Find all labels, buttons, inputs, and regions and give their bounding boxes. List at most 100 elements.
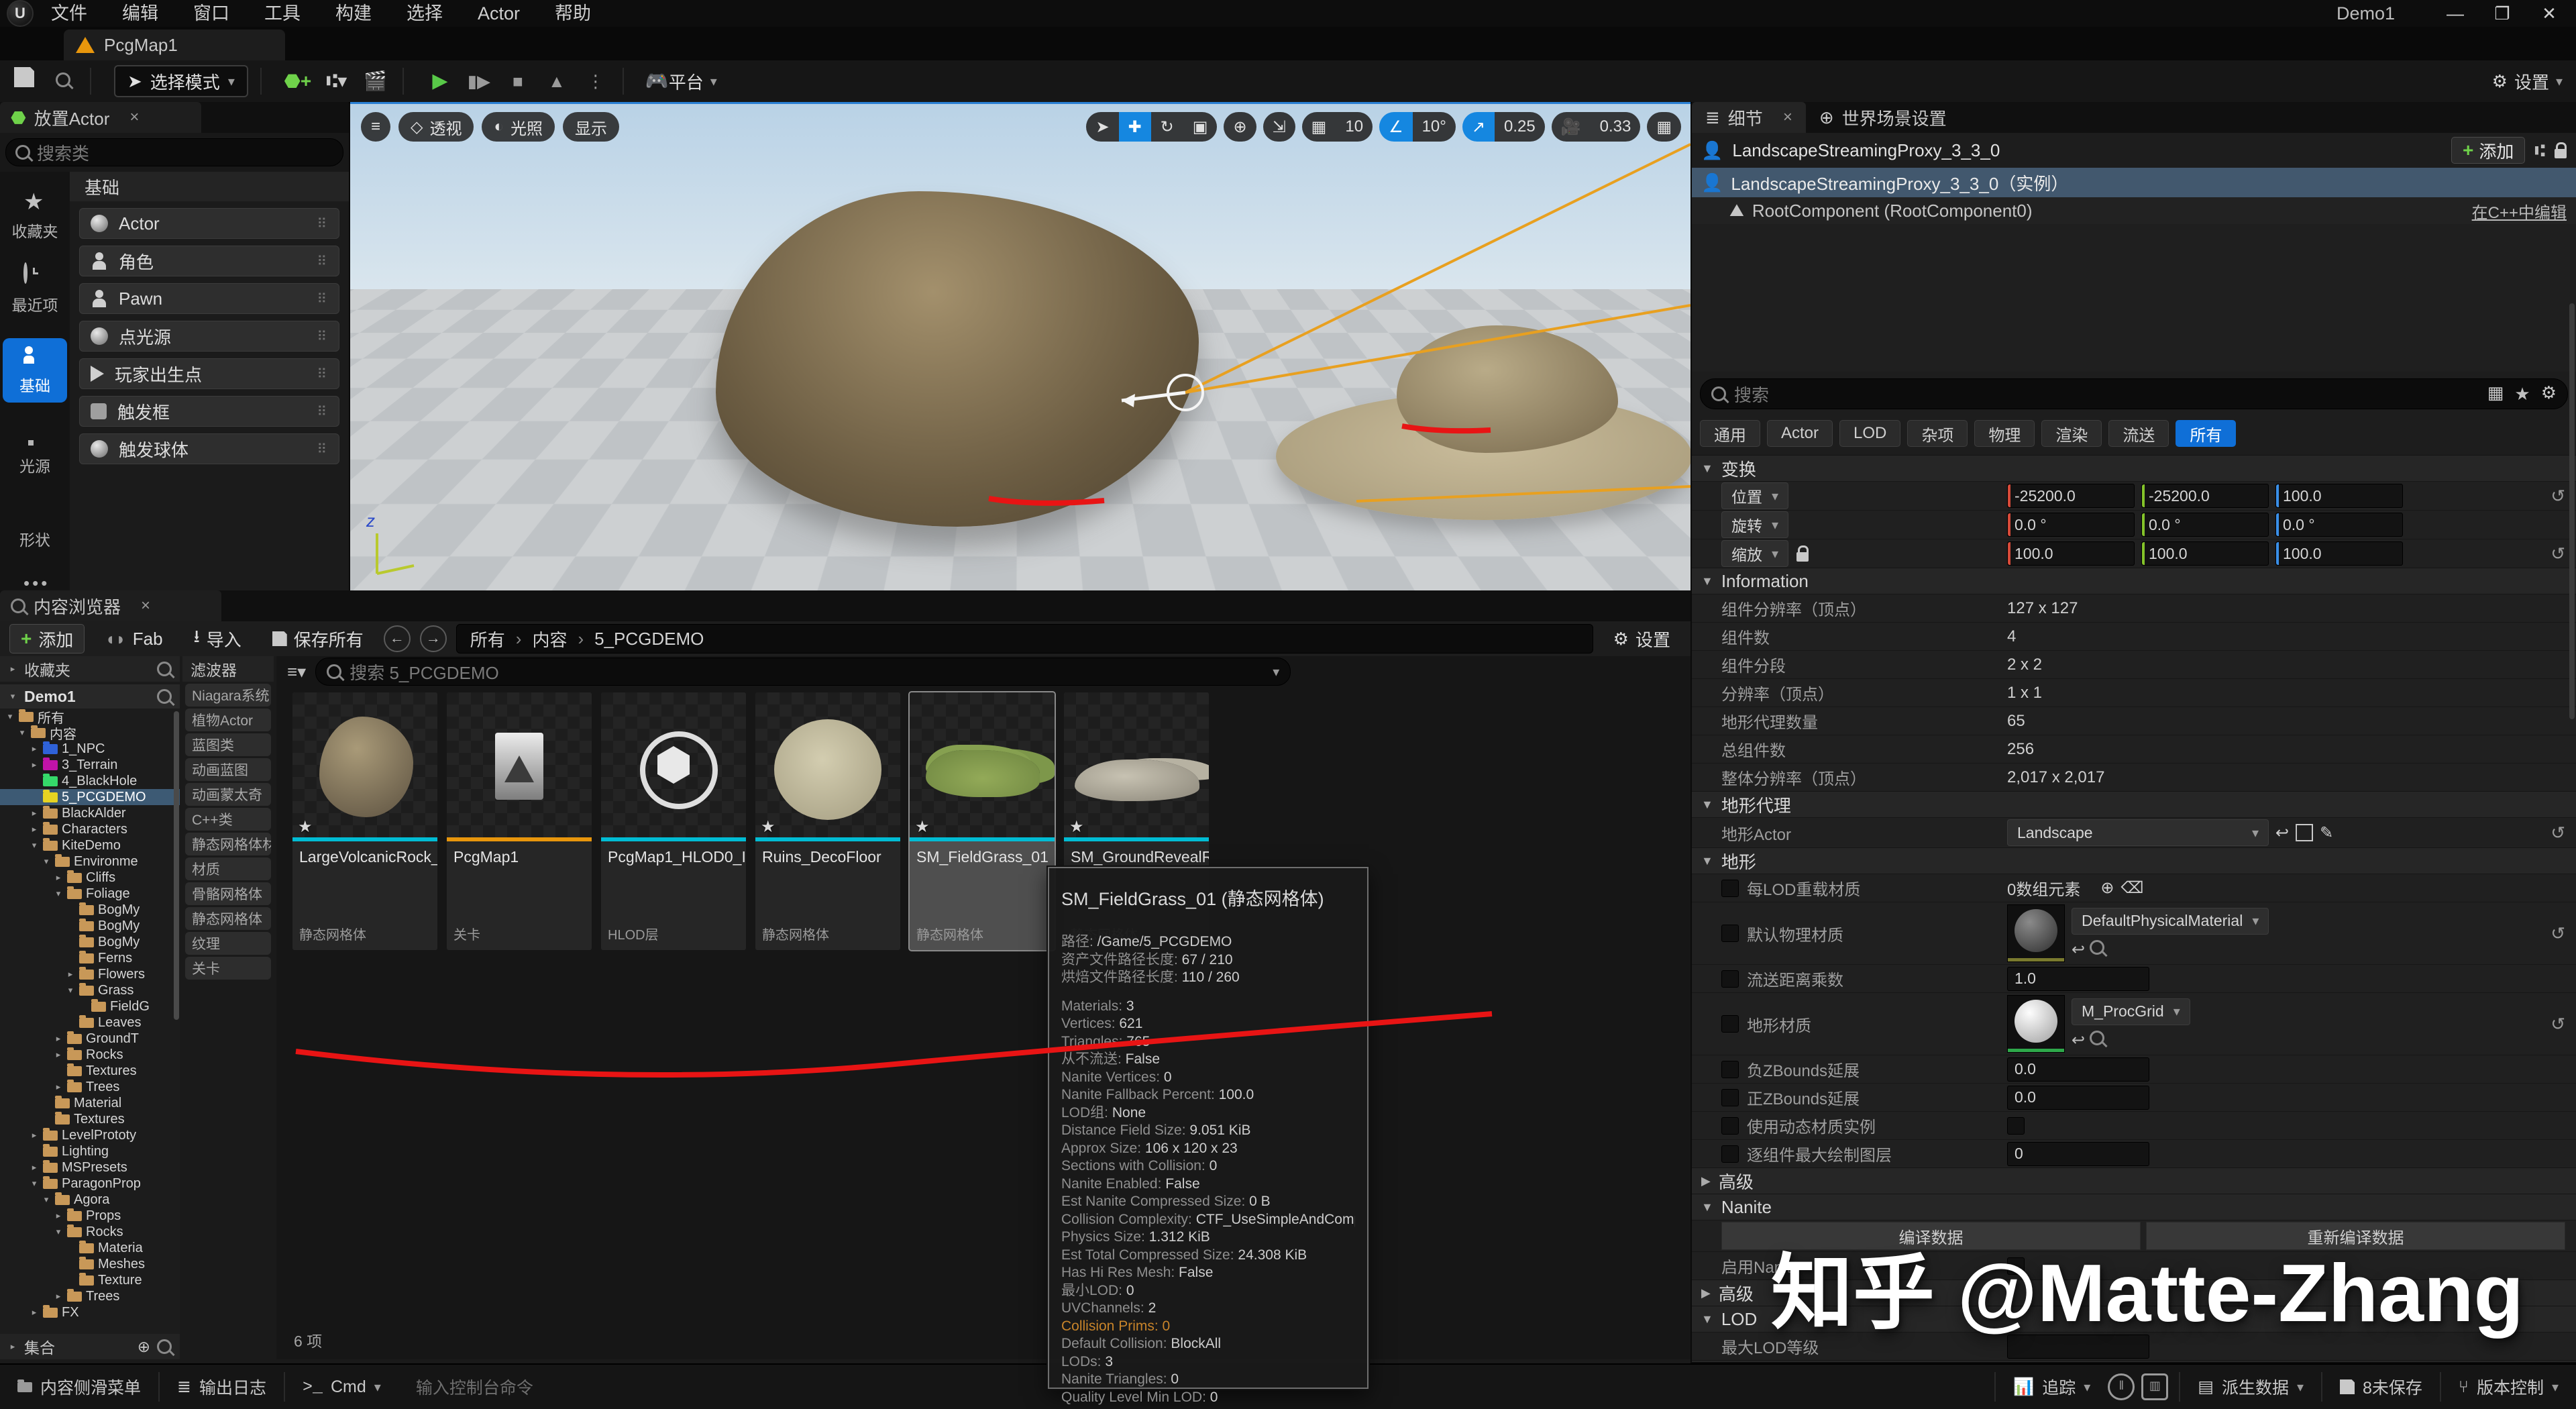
asset-tile-PcgMap1[interactable]: PcgMap1关卡 <box>447 692 592 950</box>
derived-data-dropdown[interactable]: ▤ 派生数据▾ <box>2180 1375 2321 1399</box>
place-actor-search-input[interactable]: 搜索类 <box>5 138 343 166</box>
search-icon[interactable] <box>157 662 172 676</box>
axis-input[interactable]: 100.0 <box>2275 484 2403 508</box>
type-filter-Niagara系统[interactable]: Niagara系统 <box>185 684 271 707</box>
type-filter-关卡[interactable]: 关卡 <box>185 957 271 980</box>
override-checkbox[interactable] <box>1721 1015 1739 1033</box>
drag-handle-icon[interactable]: ⠿ <box>317 215 328 232</box>
close-button[interactable]: ✕ <box>2529 0 2569 27</box>
surface-snap-icon[interactable]: ⇲ <box>1263 112 1295 142</box>
close-icon[interactable]: × <box>1783 108 1792 127</box>
browse-to-icon[interactable] <box>2090 940 2104 955</box>
type-filter-材质[interactable]: 材质 <box>185 857 271 880</box>
override-checkbox[interactable] <box>1721 970 1739 988</box>
tree-folder-ParagonProp[interactable]: ▾ParagonProp <box>0 1176 180 1192</box>
type-filter-动画蓝图[interactable]: 动画蓝图 <box>185 758 271 781</box>
section-header-高级[interactable]: ▶高级 <box>1692 1360 2576 1362</box>
play-options-icon[interactable]: ⋮ <box>581 66 610 96</box>
select-tool-icon[interactable]: ➤ <box>1086 112 1118 142</box>
menu-item-3[interactable]: 工具 <box>247 3 318 23</box>
lit-dropdown[interactable]: ◐光照 <box>482 112 555 142</box>
tree-folder-Foliage[interactable]: ▾Foliage <box>0 886 180 902</box>
tree-folder-MSPresets[interactable]: ▸MSPresets <box>0 1159 180 1176</box>
place-actor-item-Actor[interactable]: Actor⠿ <box>79 208 339 239</box>
select-mode-dropdown[interactable]: ➤ 选择模式 ▾ <box>114 65 248 97</box>
save-icon[interactable] <box>9 66 39 96</box>
play-button[interactable]: ▶ <box>425 66 455 96</box>
landscape-actor-dropdown[interactable]: Landscape▾ <box>2007 819 2269 846</box>
menu-item-5[interactable]: 选择 <box>389 3 460 23</box>
use-selected-icon[interactable]: ↩ <box>2275 823 2289 843</box>
override-checkbox[interactable] <box>1721 925 1739 942</box>
snapshot-icon[interactable]: ▥ <box>2141 1373 2168 1400</box>
add-element-icon[interactable]: ⊕ <box>2100 878 2114 898</box>
eyedropper-icon[interactable]: ✎ <box>2320 823 2333 843</box>
tree-folder-FieldG[interactable]: FieldG <box>0 998 180 1014</box>
axis-input[interactable]: -25200.0 <box>2007 484 2135 508</box>
insights-icon[interactable]: ‖ <box>2108 1373 2135 1400</box>
scale-snap-icon[interactable]: ↗ <box>1462 112 1495 142</box>
tree-folder-LevelPrototy[interactable]: ▸LevelPrototy <box>0 1127 180 1143</box>
use-selected-icon[interactable]: ↩ <box>2072 1031 2085 1049</box>
tree-expand-icon[interactable]: ▸ <box>54 1291 63 1302</box>
tree-expand-icon[interactable]: ▸ <box>30 743 39 754</box>
tree-folder-3_Terrain[interactable]: ▸3_Terrain <box>0 757 180 773</box>
type-filter-静态网格体材[interactable]: 静态网格体材 <box>185 833 271 855</box>
type-filter-动画蒙太奇[interactable]: 动画蒙太奇 <box>185 783 271 806</box>
tree-folder-FX[interactable]: ▸FX <box>0 1304 180 1320</box>
asset-thumbnail[interactable] <box>2007 995 2065 1053</box>
forward-icon[interactable]: → <box>420 625 447 652</box>
tree-expand-icon[interactable]: ▾ <box>42 856 51 867</box>
save-all-button[interactable]: 保存所有 <box>262 625 374 653</box>
cmd-dropdown[interactable]: >_ Cmd▾ <box>285 1377 398 1397</box>
override-checkbox[interactable] <box>1721 1089 1739 1106</box>
content-settings-dropdown[interactable]: ⚙设置 <box>1603 625 1681 653</box>
tree-folder-Trees[interactable]: ▸Trees <box>0 1288 180 1304</box>
property-input[interactable]: 0.0 <box>2007 1086 2149 1110</box>
drag-handle-icon[interactable]: ⠿ <box>317 291 328 307</box>
breadcrumb[interactable]: 所有›内容›5_PCGDEMO <box>456 624 1593 654</box>
axis-input[interactable]: 100.0 <box>2007 541 2135 566</box>
tree-folder-Leaves[interactable]: Leaves <box>0 1014 180 1031</box>
drag-handle-icon[interactable]: ⠿ <box>317 253 328 270</box>
move-tool-icon[interactable]: ✚ <box>1119 112 1151 142</box>
scale-tool-icon[interactable]: ▣ <box>1183 112 1218 142</box>
minimize-button[interactable]: — <box>2435 0 2475 27</box>
add-actor-icon[interactable]: ⬣+ <box>283 66 313 96</box>
show-dropdown[interactable]: 显示 <box>563 112 619 142</box>
tree-folder-Characters[interactable]: ▸Characters <box>0 821 180 837</box>
override-checkbox[interactable] <box>1721 880 1739 897</box>
asset-tile-LargeVolcanicRock_002[interactable]: ★LargeVolcanicRock_002静态网格体 <box>292 692 437 950</box>
menu-item-1[interactable]: 编辑 <box>105 3 176 23</box>
override-checkbox[interactable] <box>1721 1117 1739 1135</box>
lock-icon[interactable] <box>2555 149 2567 158</box>
tree-folder-Rocks[interactable]: ▸Rocks <box>0 1047 180 1063</box>
tree-expand-icon[interactable]: ▾ <box>54 888 63 899</box>
tree-expand-icon[interactable]: ▾ <box>42 1194 51 1205</box>
breadcrumb-item-内容[interactable]: 内容 <box>532 627 567 651</box>
revert-icon[interactable]: ↺ <box>2551 486 2565 507</box>
section-header-Nanite[interactable]: ▼Nanite <box>1692 1194 2576 1220</box>
place-actor-item-玩家出生点[interactable]: 玩家出生点⠿ <box>79 358 339 389</box>
tree-expand-icon[interactable]: ▸ <box>30 1130 39 1141</box>
lock-icon[interactable] <box>1796 552 1809 562</box>
place-actor-item-角色[interactable]: 角色⠿ <box>79 246 339 276</box>
launch-button[interactable]: ▲ <box>542 66 572 96</box>
revert-icon[interactable]: ↺ <box>2551 923 2565 944</box>
project-root-row[interactable]: ▾Demo1 <box>0 684 180 709</box>
camera-speed-icon[interactable]: 🎥 <box>1552 112 1591 142</box>
tree-expand-icon[interactable]: ▸ <box>54 1049 63 1060</box>
details-scrollbar[interactable] <box>2569 303 2575 719</box>
search-icon[interactable] <box>157 1339 172 1354</box>
tree-expand-icon[interactable]: ▾ <box>30 840 39 851</box>
menu-item-0[interactable]: 文件 <box>34 3 105 23</box>
axis-input[interactable]: 0.0 ° <box>2275 513 2403 537</box>
tree-expand-icon[interactable]: ▸ <box>30 760 39 770</box>
axis-dropdown[interactable]: 旋转▾ <box>1721 511 1788 538</box>
import-button[interactable]: ⭳导入 <box>183 625 252 653</box>
unreal-logo-icon[interactable]: U <box>7 0 34 27</box>
asset-search-input[interactable]: 搜索 5_PCGDEMO ▾ <box>315 658 1291 686</box>
tree-expand-icon[interactable]: ▸ <box>30 1307 39 1318</box>
property-input[interactable]: 0.0 <box>2007 1057 2149 1082</box>
add-component-button[interactable]: +添加 <box>2451 137 2525 164</box>
